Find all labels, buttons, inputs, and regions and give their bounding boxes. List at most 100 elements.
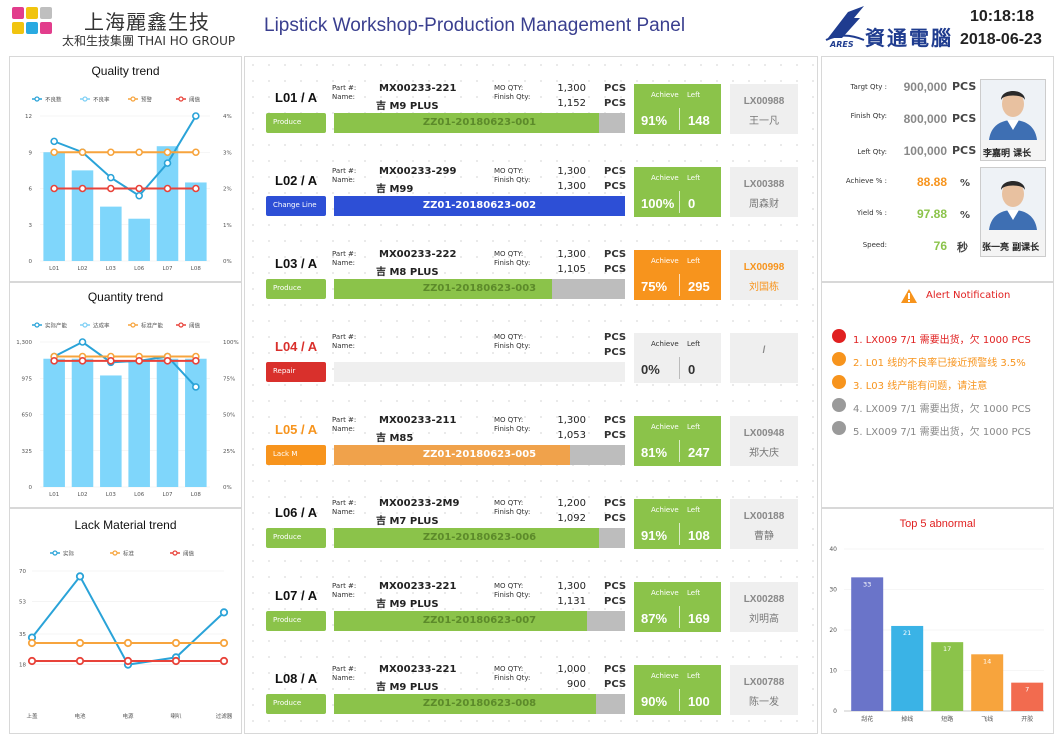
- mo-qty-label: MO QTY:: [494, 582, 524, 590]
- line-status-badge[interactable]: Lack M: [266, 445, 326, 465]
- achieve-label: Achieve: [651, 91, 679, 99]
- y-tick-label: 70: [19, 569, 26, 575]
- line-status-badge[interactable]: Repair: [266, 362, 326, 382]
- mo-qty: 1,300: [557, 166, 586, 177]
- mo-qty: 1,300: [557, 581, 586, 592]
- finish-unit: PCS: [604, 347, 627, 358]
- production-line-row-4[interactable]: L04 / A Repair Part #: Name: MO QTY: Fin…: [245, 306, 817, 389]
- quantity-bar-L03: [100, 375, 122, 487]
- line-status-badge[interactable]: Produce: [266, 611, 326, 631]
- x-tick-label: L02: [77, 492, 87, 498]
- production-line-row-2[interactable]: L02 / A Change Line Part #: Name: MX0023…: [245, 140, 817, 223]
- production-line-row-3[interactable]: L03 / A Produce Part #: Name: MX00233-22…: [245, 223, 817, 306]
- quality-point: [50, 137, 58, 146]
- alert-dot-icon: [832, 375, 846, 389]
- mo-qty: 1,300: [557, 249, 586, 260]
- mo-unit: PCS: [604, 249, 627, 260]
- achieve-rate-label: Achieve % :: [845, 177, 887, 185]
- operator-box[interactable]: LX00988 王一凡: [730, 84, 798, 134]
- operator-box[interactable]: LX00788 陈一发: [730, 665, 798, 715]
- finish-qty-label: Finish Qty:: [494, 93, 531, 101]
- lack-point: [75, 656, 85, 666]
- production-line-row-6[interactable]: L06 / A Produce Part #: Name: MX00233-2M…: [245, 472, 817, 555]
- part-name-label: Name:: [332, 508, 356, 516]
- clock-date: 2018-06-23: [960, 31, 1042, 48]
- operator-box[interactable]: /: [730, 333, 798, 383]
- line-status-badge[interactable]: Produce: [266, 279, 326, 299]
- line-status-badge[interactable]: Produce: [266, 113, 326, 133]
- alert-text: 3. L03 线产能有问题，请注意: [853, 381, 988, 392]
- part-number: MX00233-211: [379, 415, 457, 426]
- achieve-label: Achieve: [651, 589, 679, 597]
- target-qty-label: Targt Qty :: [850, 83, 887, 91]
- manager-1-card: 李嘉明 课长: [980, 79, 1046, 161]
- alert-text: 1. LX009 7/1 需要出货，欠 1000 PCS: [853, 335, 1031, 346]
- y-tick-label: 18: [19, 663, 26, 669]
- line-name: L04 / A: [275, 339, 318, 354]
- quantity-point: [192, 357, 200, 365]
- y-tick-label: 40: [829, 546, 837, 553]
- left-qty: 148: [688, 113, 710, 128]
- line-status-badge[interactable]: Produce: [266, 694, 326, 714]
- achieve-percent: 75%: [641, 279, 668, 294]
- lack-material-chart: 实际 标准 阈值 18 35 53 70 上盖 电池 电源 喇叭 过滤器: [19, 550, 233, 721]
- lack-point: [123, 656, 133, 666]
- line-status-badge[interactable]: Produce: [266, 528, 326, 548]
- quality-bar-L08: [185, 182, 207, 261]
- lack-point: [27, 656, 37, 666]
- product-name: 吉 M9 PLUS: [376, 682, 439, 693]
- x-tick-label: L06: [134, 266, 145, 272]
- order-progress-bar: ZZ01-20180623-001: [334, 113, 625, 133]
- x-tick-label: 短路: [941, 715, 953, 723]
- achieve-label: Achieve: [651, 340, 679, 348]
- quality-point: [107, 184, 115, 193]
- part-number-label: Part #:: [332, 416, 357, 424]
- lack-point: [75, 638, 85, 648]
- production-line-row-1[interactable]: L01 / A Produce Part #: Name: MX00233-22…: [245, 57, 817, 140]
- line-name: L05 / A: [275, 422, 318, 437]
- x-tick-label: 电源: [122, 712, 134, 720]
- legend-marker: [130, 96, 136, 102]
- production-line-row-8[interactable]: L08 / A Produce Part #: Name: MX00233-22…: [245, 638, 817, 721]
- quality-trend-panel: Quality trend 不良数 不良率 预警 阈值 0 0% 3 1% 6 2% 9 3% 12 4%…: [9, 56, 242, 282]
- operator-box[interactable]: LX00948 郑大庆: [730, 416, 798, 466]
- left-qty: 0: [688, 362, 696, 377]
- legend-marker: [82, 322, 88, 328]
- operator-box[interactable]: LX00288 刘明高: [730, 582, 798, 632]
- left-label: Left: [687, 589, 701, 597]
- left-qty: 247: [688, 445, 710, 460]
- mo-unit: PCS: [604, 332, 627, 343]
- line-status-badge[interactable]: Change Line: [266, 196, 326, 216]
- target-unit: PCS: [952, 80, 977, 93]
- finish-unit: PCS: [604, 596, 627, 607]
- product-name: 吉 M99: [376, 184, 414, 195]
- y2-tick-label: 0%: [223, 485, 232, 491]
- legend-marker: [172, 550, 178, 556]
- quality-point: [135, 191, 143, 200]
- operator-box[interactable]: LX00998 刘国栋: [730, 250, 798, 300]
- mo-qty-label: MO QTY:: [494, 167, 524, 175]
- product-name: 吉 M9 PLUS: [376, 599, 439, 610]
- operator-box[interactable]: LX00188 曹静: [730, 499, 798, 549]
- finish-unit: PCS: [604, 430, 627, 441]
- order-number: ZZ01-20180623-002: [422, 200, 537, 211]
- finish-qty-label: Finish Qty:: [494, 591, 531, 599]
- y2-tick-label: 50%: [223, 413, 235, 419]
- operator-name: 刘国栋: [749, 282, 779, 293]
- left-qty: 108: [688, 528, 710, 543]
- alert-panel: Alert Notification 1. LX009 7/1 需要出货，欠 1…: [821, 282, 1054, 508]
- operator-box[interactable]: LX00388 周森财: [730, 167, 798, 217]
- finish-qty: 1,053: [557, 430, 586, 441]
- part-name-label: Name:: [332, 176, 356, 184]
- operator-name: 周森财: [749, 199, 779, 210]
- mo-qty: 1,300: [557, 83, 586, 94]
- x-tick-label: L07: [162, 492, 173, 498]
- production-line-row-7[interactable]: L07 / A Produce Part #: Name: MX00233-22…: [245, 555, 817, 638]
- manager-1-avatar: [981, 80, 1045, 140]
- part-name-label: Name:: [332, 591, 356, 599]
- top5-chart: 0 10 20 30 40 33 刮花 21 掉线 17 短路 14 飞线 7 开胶: [829, 546, 1044, 723]
- product-name: 吉 M85: [376, 433, 414, 444]
- production-line-row-5[interactable]: L05 / A Lack M Part #: Name: MX00233-211…: [245, 389, 817, 472]
- product-name: 吉 M8 PLUS: [376, 267, 439, 278]
- x-tick-label: 掉线: [901, 715, 913, 723]
